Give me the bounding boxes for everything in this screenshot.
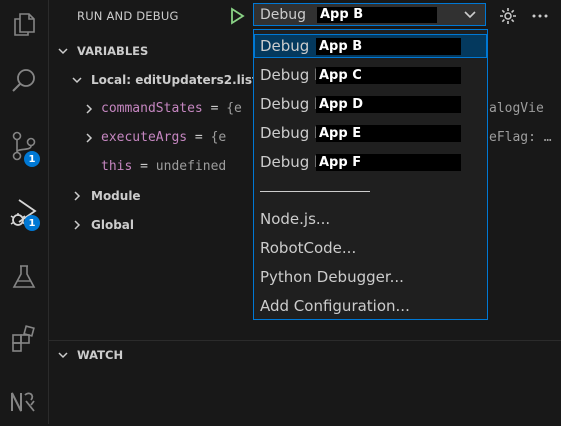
- variable-value: {e: [226, 101, 242, 116]
- nx-console-button[interactable]: [0, 378, 48, 426]
- chevron-right-icon: [86, 104, 93, 114]
- config-option-name: App F: [316, 154, 461, 171]
- option-label: RobotCode...: [260, 239, 357, 257]
- variable-name: this: [101, 159, 133, 174]
- watch-title: WATCH: [77, 348, 124, 362]
- extensions-button[interactable]: [0, 315, 48, 363]
- nx-icon: [11, 392, 35, 412]
- config-option-name: App E: [316, 125, 461, 142]
- config-option-prefix: Debug l: [260, 153, 319, 171]
- dropdown-separator: [260, 191, 370, 192]
- variable-equals: =: [187, 130, 211, 145]
- config-option-prefix: Debug l: [260, 124, 319, 142]
- flask-icon: [12, 265, 36, 288]
- watch-section-header[interactable]: WATCH: [49, 344, 561, 366]
- section-divider: [49, 340, 561, 341]
- chevron-down-icon: [58, 352, 68, 359]
- config-option[interactable]: Debug App B: [254, 34, 487, 58]
- search-icon: [12, 69, 35, 92]
- config-option[interactable]: Debug l App C: [254, 63, 487, 87]
- add-config-option[interactable]: Python Debugger...: [254, 265, 487, 289]
- add-config-option[interactable]: Node.js...: [254, 207, 487, 231]
- gear-icon[interactable]: [498, 6, 518, 26]
- files-icon: [14, 13, 35, 36]
- option-label: Python Debugger...: [260, 268, 404, 286]
- config-option[interactable]: Debug l App E: [254, 121, 487, 145]
- debug-config-dropdown: Debug App B Debug l App C Debug l App D …: [253, 29, 488, 320]
- variable-value-tail: alogVie: [489, 101, 544, 116]
- variable-value: {e: [210, 130, 227, 145]
- run-debug-header: RUN AND DEBUG Debug App B: [49, 0, 561, 32]
- variables-title: VARIABLES: [77, 44, 149, 58]
- local-scope-label: Local: editUpdaters2.list: [91, 73, 258, 87]
- add-config-option[interactable]: RobotCode...: [254, 236, 487, 260]
- panel-title: RUN AND DEBUG: [77, 9, 179, 23]
- config-option-prefix: Debug l: [260, 66, 319, 84]
- source-control-badge: 1: [24, 151, 40, 167]
- config-option-name: App B: [316, 38, 461, 55]
- variable-value-tail: eFlag: …: [489, 130, 552, 145]
- explorer-button[interactable]: [0, 0, 48, 48]
- testing-button[interactable]: [0, 253, 48, 301]
- extensions-icon: [12, 325, 35, 352]
- global-scope-label: Global: [91, 218, 135, 232]
- chevron-right-icon: [74, 191, 81, 201]
- option-label: Node.js...: [260, 210, 331, 228]
- config-option[interactable]: Debug l App D: [254, 92, 487, 116]
- config-select-name: App B: [317, 7, 437, 23]
- config-option-prefix: Debug: [260, 37, 310, 55]
- run-debug-badge: 1: [24, 215, 40, 231]
- module-scope-label: Module: [91, 189, 141, 203]
- start-debugging-play-icon[interactable]: [227, 6, 247, 26]
- activity-bar: 1 1: [0, 0, 49, 424]
- config-option-name: App C: [316, 67, 461, 84]
- source-control-button[interactable]: 1: [0, 122, 48, 170]
- chevron-down-icon: [464, 11, 476, 19]
- config-option-prefix: Debug l: [260, 95, 319, 113]
- chevron-down-icon: [58, 48, 68, 55]
- config-select-prefix: Debug: [260, 7, 307, 23]
- variable-name: executeArgs: [101, 130, 188, 145]
- debug-config-select[interactable]: Debug App B: [253, 3, 486, 26]
- variable-equals: =: [132, 159, 156, 174]
- chevron-down-icon: [72, 77, 82, 84]
- variable-equals: =: [202, 101, 227, 116]
- config-option[interactable]: Debug l App F: [254, 150, 487, 174]
- variable-name: commandStates: [101, 101, 203, 116]
- chevron-right-icon: [74, 220, 81, 230]
- config-option-name: App D: [316, 96, 461, 113]
- variable-value: undefined: [155, 159, 227, 174]
- run-debug-button[interactable]: 1: [0, 188, 48, 236]
- search-button[interactable]: [0, 57, 48, 105]
- more-actions-icon[interactable]: [530, 6, 550, 26]
- option-label: Add Configuration...: [260, 297, 410, 315]
- chevron-right-icon: [86, 133, 93, 143]
- add-configuration-option[interactable]: Add Configuration...: [254, 294, 487, 318]
